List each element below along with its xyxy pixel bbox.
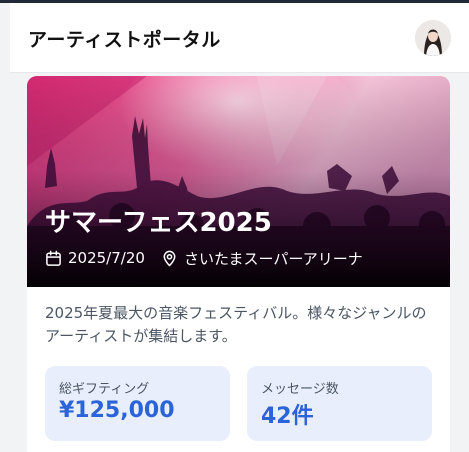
app-header: アーティストポータル (10, 3, 469, 73)
event-card[interactable]: サマーフェス2025 2025/7/20 さいたまスーパーアリーナ 2025年夏… (27, 76, 450, 452)
event-hero-image: サマーフェス2025 2025/7/20 さいたまスーパーアリーナ (27, 76, 450, 287)
event-description: 2025年夏最大の音楽フェスティバル。様々なジャンルのアーティストが集結します。 (45, 304, 427, 345)
gifting-total-label: 総ギフティング (59, 382, 150, 397)
gifting-total-value: ¥125,000 (59, 398, 175, 423)
event-title: サマーフェス2025 (45, 208, 272, 238)
avatar-photo-icon (415, 20, 451, 56)
event-date-text: 2025/7/20 (68, 249, 145, 267)
app-title: アーティストポータル (28, 29, 221, 51)
event-venue-text: さいたまスーパーアリーナ (184, 249, 363, 268)
message-count-label: メッセージ数 (261, 382, 339, 397)
map-pin-icon (163, 250, 176, 266)
event-date: 2025/7/20 (45, 247, 145, 269)
message-count-value: 42件 (261, 404, 314, 429)
gifting-total-card: 総ギフティング ¥125,000 (45, 366, 230, 441)
calendar-icon (46, 250, 61, 266)
user-avatar[interactable] (415, 20, 451, 56)
message-count-card: メッセージ数 42件 (247, 366, 432, 441)
event-venue: さいたまスーパーアリーナ (161, 247, 363, 269)
